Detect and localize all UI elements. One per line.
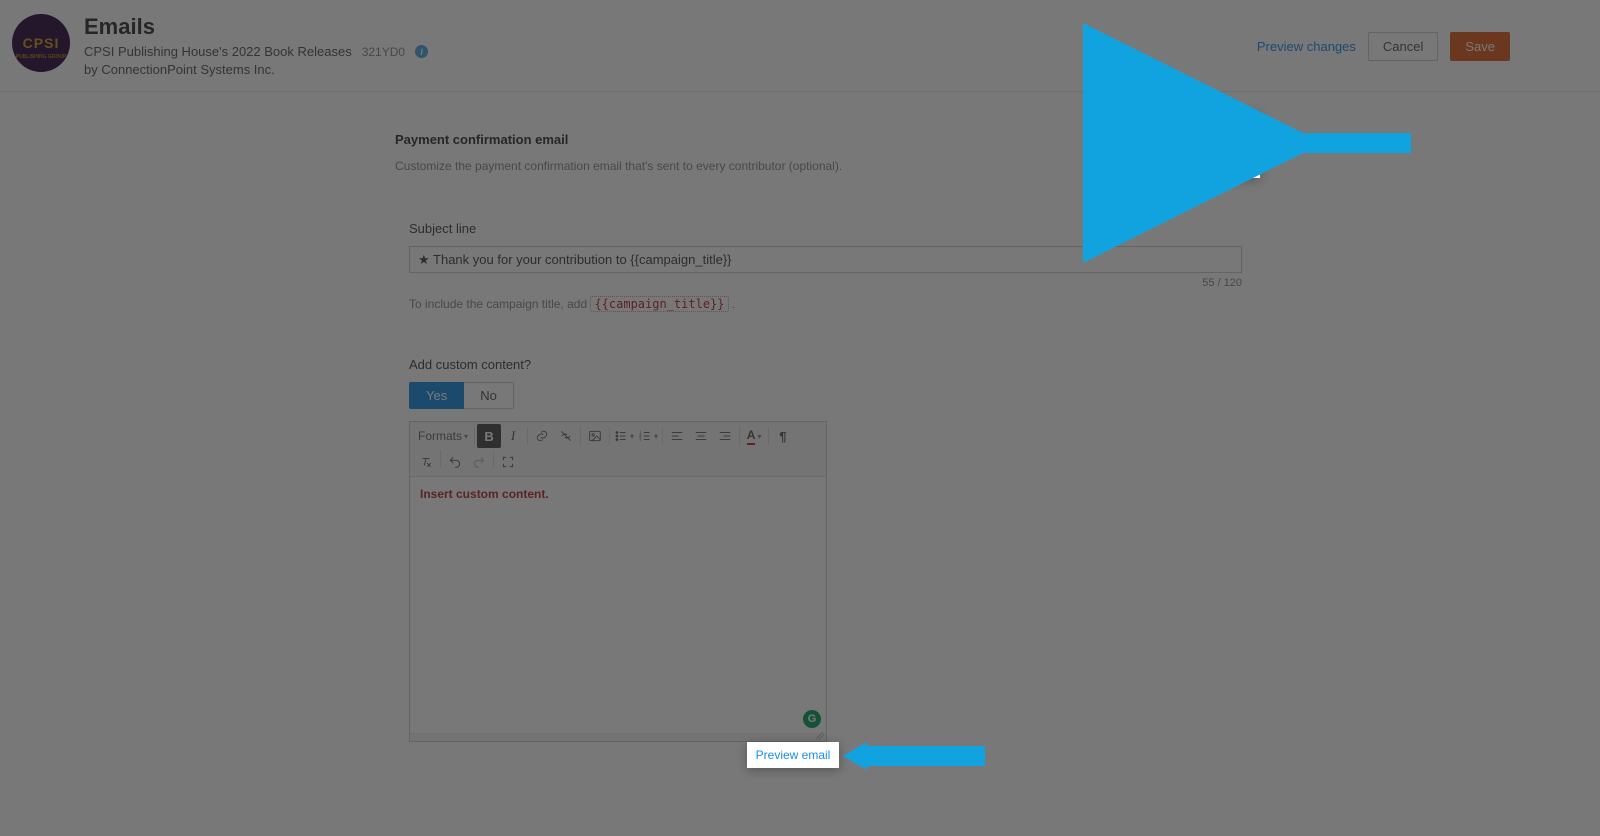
align-left-button[interactable] xyxy=(665,424,689,448)
preview-changes-link[interactable]: Preview changes xyxy=(1257,39,1356,54)
toolbar-separator xyxy=(662,427,663,445)
highlight-preview-email-top: Preview email xyxy=(1125,112,1260,178)
undo-button[interactable] xyxy=(443,450,467,474)
logo-text: CPSI xyxy=(23,35,60,51)
formats-dropdown[interactable]: Formats xyxy=(414,424,472,448)
section-title: Payment confirmation email xyxy=(395,132,1245,147)
header-texts: Emails CPSI Publishing House's 2022 Book… xyxy=(84,14,1257,77)
grammarly-icon[interactable]: G xyxy=(803,710,821,728)
toolbar-separator xyxy=(527,427,528,445)
campaign-row: CPSI Publishing House's 2022 Book Releas… xyxy=(84,44,1257,59)
org-logo: CPSI PUBLISHING GROUP xyxy=(12,14,70,72)
bullet-list-button[interactable] xyxy=(612,424,636,448)
campaign-name: CPSI Publishing House's 2022 Book Releas… xyxy=(84,44,352,59)
campaign-code: 321YD0 xyxy=(362,45,405,59)
preview-email-link[interactable]: Preview email xyxy=(756,748,831,762)
custom-content-toggle: Yes No xyxy=(409,382,1245,409)
toolbar-separator xyxy=(474,427,475,445)
image-button[interactable] xyxy=(583,424,607,448)
paragraph-button[interactable]: ¶ xyxy=(771,424,795,448)
save-button[interactable]: Save xyxy=(1450,32,1510,61)
cancel-button[interactable]: Cancel xyxy=(1368,32,1438,61)
preview-email-button[interactable]: Preview email xyxy=(1139,132,1246,159)
page-header: CPSI PUBLISHING GROUP Emails CPSI Publis… xyxy=(0,0,1600,92)
section-desc: Customize the payment confirmation email… xyxy=(395,159,1245,173)
align-center-button[interactable] xyxy=(689,424,713,448)
org-byline: by ConnectionPoint Systems Inc. xyxy=(84,62,1257,77)
editor-body[interactable]: Insert custom content. G xyxy=(410,477,826,733)
editor-resize-handle[interactable] xyxy=(410,733,826,741)
link-button[interactable] xyxy=(530,424,554,448)
rich-text-editor: Formats B I xyxy=(409,421,827,742)
helper-suffix: . xyxy=(732,297,735,311)
subject-label: Subject line xyxy=(409,221,1245,236)
annotation-arrow-top xyxy=(1265,127,1415,159)
bold-button[interactable]: B xyxy=(477,424,501,448)
editor-toolbar: Formats B I xyxy=(410,422,826,477)
header-actions: Preview changes Cancel Save xyxy=(1257,32,1510,61)
italic-button[interactable]: I xyxy=(501,424,525,448)
page-title: Emails xyxy=(84,14,1257,40)
helper-prefix: To include the campaign title, add xyxy=(409,297,590,311)
unlink-button[interactable] xyxy=(554,424,578,448)
info-icon[interactable]: i xyxy=(415,45,428,58)
subject-char-count: 55 / 120 xyxy=(409,277,1242,289)
align-right-button[interactable] xyxy=(713,424,737,448)
clear-formatting-button[interactable] xyxy=(414,450,438,474)
helper-code: {{campaign_title}} xyxy=(590,296,728,312)
toggle-yes[interactable]: Yes xyxy=(409,382,464,409)
custom-content-label: Add custom content? xyxy=(409,357,1245,372)
subject-helper: To include the campaign title, add {{cam… xyxy=(409,297,1245,311)
annotation-arrow-bottom xyxy=(843,740,988,772)
fullscreen-button[interactable] xyxy=(496,450,520,474)
toolbar-separator xyxy=(440,450,441,468)
custom-content-block: Add custom content? Yes No Formats B I xyxy=(409,357,1245,742)
toolbar-separator xyxy=(739,427,740,445)
email-section: Payment confirmation email Customize the… xyxy=(395,132,1245,742)
toolbar-separator xyxy=(768,427,769,445)
editor-placeholder: Insert custom content. xyxy=(420,487,549,501)
toolbar-separator xyxy=(493,450,494,468)
highlight-preview-email-bottom: Preview email xyxy=(747,742,839,768)
toggle-no[interactable]: No xyxy=(464,382,514,409)
text-color-button[interactable]: A xyxy=(742,424,766,448)
logo-subtext: PUBLISHING GROUP xyxy=(16,54,67,60)
subject-input[interactable] xyxy=(409,246,1242,273)
redo-button[interactable] xyxy=(467,450,491,474)
numbered-list-button[interactable]: 123 xyxy=(636,424,660,448)
page-body: Payment confirmation email Customize the… xyxy=(0,92,1600,742)
toolbar-separator xyxy=(609,427,610,445)
subject-block: Subject line 55 / 120 To include the cam… xyxy=(409,221,1245,311)
svg-text:3: 3 xyxy=(639,437,642,442)
toolbar-separator xyxy=(580,427,581,445)
